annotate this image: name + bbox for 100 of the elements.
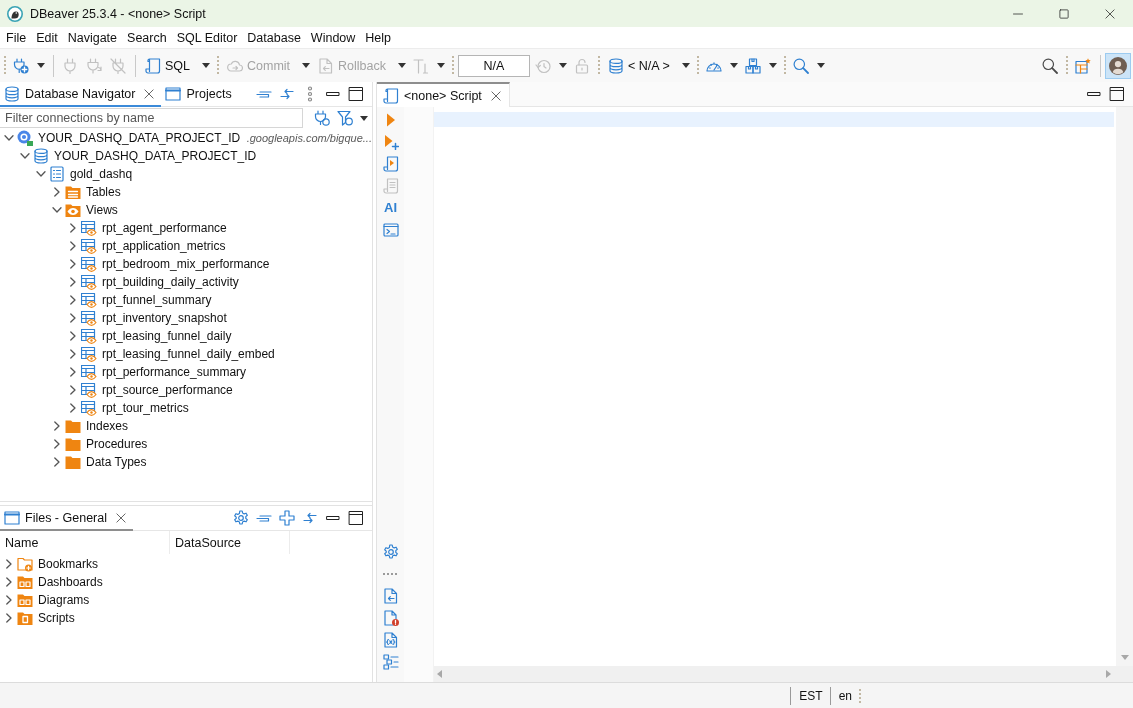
tree-item[interactable]: rpt_leasing_funnel_daily_embed (102, 347, 275, 361)
tree-item[interactable]: rpt_bedroom_mix_performance (102, 257, 270, 271)
tree-item[interactable]: Procedures (86, 437, 148, 451)
tree-item[interactable]: YOUR_DASHQ_DATA_PROJECT_ID (54, 149, 257, 163)
chevron-down-icon[interactable] (4, 133, 14, 143)
sql-editor-button[interactable]: SQL (140, 55, 198, 76)
caret-down-icon[interactable] (37, 63, 45, 68)
chevron-right-icon[interactable] (52, 187, 62, 197)
panel-tab[interactable]: Files - General (0, 506, 133, 531)
tree-item[interactable]: YOUR_DASHQ_DATA_PROJECT_ID (38, 131, 241, 145)
chevron-right-icon[interactable] (4, 595, 14, 605)
caret-down-icon[interactable] (729, 63, 738, 68)
link-arrows-icon[interactable] (279, 86, 295, 102)
caret-down-icon[interactable] (360, 115, 368, 121)
settings-icon[interactable] (233, 510, 249, 526)
tree-item[interactable]: Data Types (86, 455, 147, 469)
cross-plus-icon[interactable] (279, 510, 295, 526)
menu-item[interactable]: Edit (31, 28, 63, 47)
chevron-right-icon[interactable] (4, 577, 14, 587)
panel-maximize-icon[interactable] (348, 510, 364, 526)
chevron-down-icon[interactable] (36, 169, 46, 179)
plug-plus-icon[interactable] (13, 57, 29, 74)
maximize-icon[interactable] (1058, 7, 1070, 20)
chevron-right-icon[interactable] (68, 277, 78, 287)
close-icon[interactable] (1104, 7, 1116, 20)
link-arrows-icon[interactable] (302, 510, 318, 526)
caret-down-icon[interactable] (202, 63, 210, 68)
document-alert-icon[interactable] (382, 610, 399, 626)
boxes-icon[interactable] (744, 57, 761, 74)
value-field[interactable]: N/A (458, 54, 530, 77)
outline-list-icon[interactable] (382, 654, 399, 670)
ai-button[interactable]: AI (384, 200, 397, 216)
caret-down-icon[interactable] (768, 63, 777, 68)
tree-item[interactable]: Scripts (38, 611, 75, 625)
tree-item[interactable]: Tables (86, 185, 121, 199)
chevron-right-icon[interactable] (4, 613, 14, 623)
menu-item[interactable]: Search (122, 28, 172, 47)
tree-item[interactable]: Views (86, 203, 118, 217)
terminal-icon[interactable] (382, 222, 399, 238)
tree-item[interactable]: rpt_application_metrics (102, 239, 226, 253)
tree-item[interactable]: rpt_performance_summary (102, 365, 247, 379)
tree-item[interactable]: rpt_agent_performance (102, 221, 227, 235)
chevron-right-icon[interactable] (68, 403, 78, 413)
menu-item[interactable]: File (1, 28, 32, 47)
menu-item[interactable]: Help (360, 28, 397, 47)
caret-down-icon[interactable] (816, 63, 825, 68)
tree-item[interactable]: rpt_building_daily_activity (102, 275, 239, 289)
funnel-icon[interactable] (337, 110, 353, 126)
scroll-play-icon[interactable] (382, 156, 399, 172)
caret-down-icon[interactable] (681, 63, 690, 68)
chevron-right-icon[interactable] (68, 295, 78, 305)
tree-item[interactable]: rpt_tour_metrics (102, 401, 189, 415)
editor-tab[interactable]: <none> Script (377, 82, 510, 107)
settings-icon[interactable] (382, 544, 399, 560)
document-arrow-icon[interactable] (382, 588, 399, 604)
tree-item[interactable]: Dashboards (38, 575, 103, 589)
tree-item[interactable]: Indexes (86, 419, 129, 433)
chevron-right-icon[interactable] (68, 313, 78, 323)
chevron-right-icon[interactable] (68, 349, 78, 359)
close-icon[interactable] (489, 89, 502, 102)
chevron-right-icon[interactable] (68, 223, 78, 233)
chevron-right-icon[interactable] (68, 259, 78, 269)
datasource-selector[interactable]: < N/A > (603, 55, 678, 76)
tree-item[interactable]: Diagrams (38, 593, 90, 607)
tree-item[interactable]: Bookmarks (38, 557, 99, 571)
filter-field[interactable]: Filter connections by name (0, 108, 303, 128)
chevron-right-icon[interactable] (68, 367, 78, 377)
plug-gear-icon[interactable] (314, 110, 330, 126)
chevron-right-icon[interactable] (4, 559, 14, 569)
play-plus-icon[interactable] (382, 134, 399, 150)
menu-item[interactable]: SQL Editor (171, 28, 243, 47)
chevron-right-icon[interactable] (52, 421, 62, 431)
account-button[interactable] (1105, 52, 1131, 79)
chevron-right-icon[interactable] (68, 385, 78, 395)
menu-item[interactable]: Navigate (62, 28, 123, 47)
tree-item[interactable]: rpt_inventory_snapshot (102, 311, 227, 325)
close-icon[interactable] (115, 511, 127, 524)
vertical-scrollbar[interactable] (1116, 107, 1133, 666)
chevron-down-icon[interactable] (20, 151, 30, 161)
chevron-right-icon[interactable] (68, 331, 78, 341)
tree-item[interactable]: rpt_funnel_summary (102, 293, 212, 307)
tree-item[interactable]: rpt_source_performance (102, 383, 233, 397)
panel-tab[interactable]: Projects (161, 82, 238, 107)
column-header[interactable]: Name (0, 531, 170, 554)
chevron-right-icon[interactable] (52, 439, 62, 449)
folder-document-icon (17, 610, 33, 626)
search-icon[interactable] (792, 57, 809, 74)
chevron-down-icon[interactable] (52, 205, 62, 215)
tree-item[interactable]: gold_dashq (70, 167, 133, 181)
document-braces-icon[interactable] (382, 632, 399, 648)
panel-maximize-icon[interactable] (1109, 86, 1125, 102)
menu-item[interactable]: Database (242, 28, 306, 47)
chevron-right-icon[interactable] (52, 457, 62, 467)
column-header[interactable]: DataSource (170, 531, 290, 554)
chevron-right-icon[interactable] (68, 241, 78, 251)
close-icon[interactable] (143, 87, 156, 100)
search-icon[interactable] (1042, 57, 1058, 74)
tree-item[interactable]: rpt_leasing_funnel_daily (102, 329, 232, 343)
panel-maximize-icon[interactable] (348, 86, 364, 102)
menu-item[interactable]: Window (305, 28, 361, 47)
